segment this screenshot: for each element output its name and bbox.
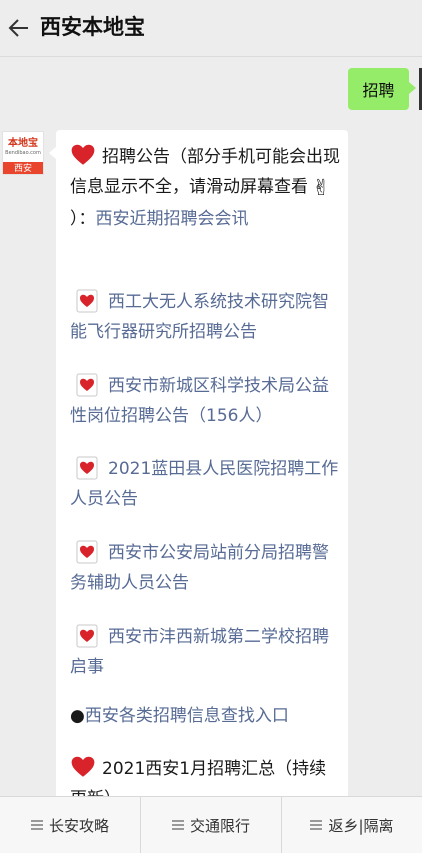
bubble-tail (49, 147, 56, 159)
red-heart-icon (71, 756, 95, 777)
job-link[interactable]: 2021蓝田县人民医院招聘工作人员公告 (70, 459, 338, 509)
menu-tab-changan-guide[interactable]: 长安攻略 (0, 797, 141, 853)
job-link[interactable]: 西安市公安局站前分局招聘警务辅助人员公告 (70, 543, 329, 593)
bot-message-bubble: 招聘公告（部分手机可能会出现信息显示不全，请滑动屏幕查看 ✌ ）：西安近期招聘会会讯… (56, 130, 348, 810)
portal-link[interactable]: 西安各类招聘信息查找入口 (85, 706, 289, 726)
heart-card-icon (76, 456, 98, 480)
top-bar: 西安本地宝 (0, 0, 422, 57)
heart-card-icon (76, 624, 98, 648)
bullet: ● (70, 706, 85, 726)
menu-tab-label: 返乡|隔离 (328, 816, 394, 835)
page-title: 西安本地宝 (40, 15, 145, 39)
intro-text: 招聘公告（部分手机可能会出现信息显示不全，请滑动屏幕查看 (70, 147, 340, 197)
red-heart-icon (71, 144, 95, 165)
avatar-logo-name: 本地宝 (8, 137, 38, 149)
menu-icon (30, 820, 43, 830)
job-link[interactable]: 西工大无人系统技术研究院智能飞行器研究所招聘公告 (70, 292, 329, 342)
job-fair-link[interactable]: 西安近期招聘会会讯 (96, 209, 249, 229)
user-message-bubble: 招聘 (348, 68, 416, 110)
menu-icon (310, 820, 323, 830)
list-item[interactable]: 西安市沣西新城第二学校招聘启事 (70, 622, 342, 682)
list-item[interactable]: 西安市公安局站前分局招聘警务辅助人员公告 (70, 538, 342, 598)
menu-tab-return-quarantine[interactable]: 返乡|隔离 (282, 797, 422, 853)
bot-avatar[interactable]: 本地宝 Bendibao.com 西安 (2, 131, 44, 175)
heart-card-icon (76, 373, 98, 397)
menu-tab-label: 交通限行 (189, 816, 250, 835)
menu-tab-label: 长安攻略 (48, 816, 109, 835)
avatar-logo-url: Bendibao.com (5, 149, 41, 156)
user-message-text: 招聘 (362, 81, 395, 100)
victory-hand-icon: ✌ (312, 176, 331, 201)
portal-item[interactable]: ●西安各类招聘信息查找入口 (70, 701, 342, 731)
heart-card-icon (76, 289, 98, 313)
heart-card-icon (76, 540, 98, 564)
menu-tab-traffic[interactable]: 交通限行 (141, 797, 282, 853)
list-item[interactable]: 西工大无人系统技术研究院智能飞行器研究所招聘公告 (70, 287, 342, 347)
job-link[interactable]: 西安市沣西新城第二学校招聘启事 (70, 627, 329, 677)
list-item[interactable]: 2021蓝田县人民医院招聘工作人员公告 (70, 454, 342, 514)
intro-suffix: ）： (70, 209, 96, 229)
bottom-menu-bar: 长安攻略 交通限行 返乡|隔离 (0, 796, 422, 853)
menu-icon (171, 820, 184, 830)
back-arrow-icon[interactable] (6, 12, 32, 44)
intro-paragraph: 招聘公告（部分手机可能会出现信息显示不全，请滑动屏幕查看 ✌ ）：西安近期招聘会会讯 (70, 142, 342, 234)
job-link[interactable]: 西安市新城区科学技术局公益性岗位招聘公告（156人） (70, 376, 329, 426)
avatar-logo-city: 西安 (3, 162, 43, 174)
list-item[interactable]: 西安市新城区科学技术局公益性岗位招聘公告（156人） (70, 371, 342, 431)
